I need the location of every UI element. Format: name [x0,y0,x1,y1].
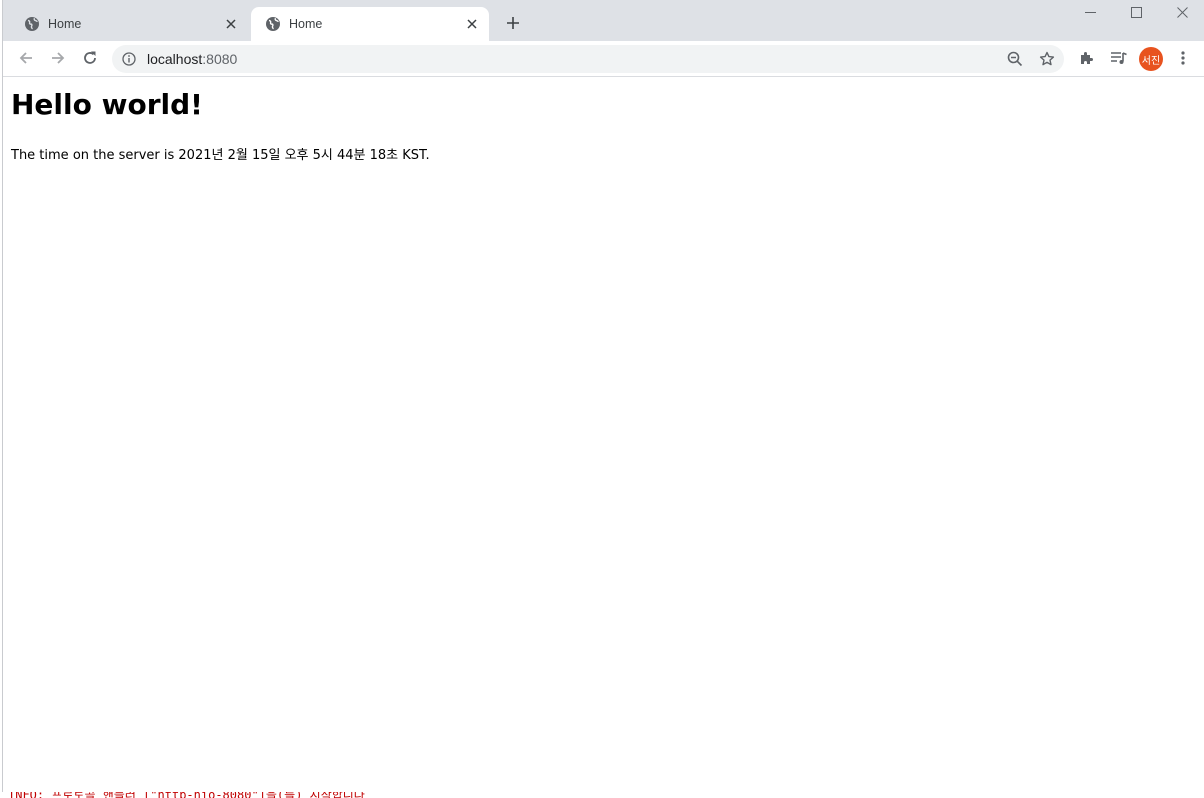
globe-icon [265,16,281,32]
star-icon[interactable] [1037,49,1057,69]
profile-avatar[interactable]: 서진 [1139,47,1163,71]
back-button[interactable] [12,46,40,74]
arrow-right-icon [50,50,66,71]
minimize-icon [1084,5,1096,23]
reload-button[interactable] [76,46,104,74]
tab-home-2[interactable]: Home [251,7,489,41]
forward-button[interactable] [44,46,72,74]
address-bar[interactable]: localhost:8080 [112,45,1064,73]
maximize-icon [1130,5,1142,23]
url-text: localhost:8080 [147,51,237,67]
playlist-icon [1110,50,1128,71]
new-tab-button[interactable] [501,13,525,37]
plus-icon [506,16,520,35]
info-icon[interactable] [120,50,138,68]
puzzle-icon [1079,50,1095,71]
extensions-button[interactable] [1073,46,1101,74]
zoom-out-icon[interactable] [1005,49,1025,69]
reload-icon [82,50,98,71]
minimize-button[interactable] [1067,0,1113,28]
url-host: localhost [147,51,203,67]
browser-toolbar: localhost:8080 서진 [3,41,1204,77]
tab-home-1[interactable]: Home [10,7,248,41]
browser-window: Home Home localhost:8080 서진 Hello world!… [2,0,1204,792]
window-close-button[interactable] [1159,0,1204,28]
browser-menu-button[interactable] [1169,46,1197,74]
profile-initials: 서진 [1141,55,1161,67]
page-heading: Hello world! [11,88,203,121]
tab-strip: Home Home [3,0,1204,41]
arrow-left-icon [18,50,34,71]
close-icon [1176,5,1188,23]
globe-icon [24,16,40,32]
close-icon[interactable] [463,15,481,33]
tab-title: Home [289,17,323,31]
page-content: Hello world! The time on the server is 2… [3,78,1204,792]
media-controls-button[interactable] [1105,46,1133,74]
url-port: :8080 [202,51,238,67]
kebab-menu-icon [1181,50,1185,71]
server-time-text: The time on the server is 2021년 2월 15일 오… [11,148,430,163]
tab-title: Home [48,17,82,31]
maximize-button[interactable] [1113,0,1159,28]
close-icon[interactable] [222,15,240,33]
